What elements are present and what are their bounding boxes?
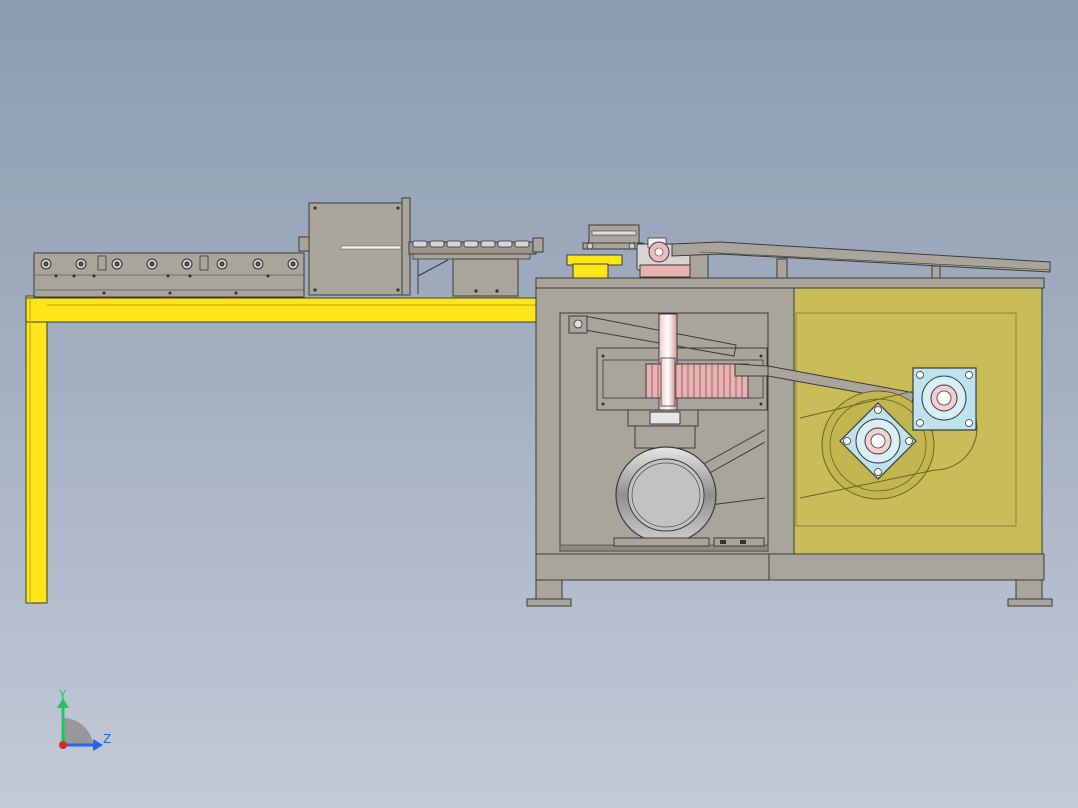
roller-table — [408, 237, 544, 297]
flange-bearing-icon — [912, 367, 977, 431]
left-frame-leg — [25, 295, 48, 604]
xyz-axis-triad-icon: Y Z — [57, 688, 111, 751]
left-foot — [535, 579, 563, 601]
left-frame-beam — [25, 297, 537, 323]
roller-table-block — [452, 258, 519, 297]
axis-origin — [59, 741, 67, 749]
left-support-frame — [25, 295, 537, 604]
machine-top-plate — [535, 277, 1045, 289]
bending-head — [566, 224, 1051, 280]
z-axis-label: Z — [103, 732, 111, 746]
machine-base — [535, 553, 1045, 581]
motor-icon — [615, 446, 717, 544]
right-foot — [1015, 579, 1043, 601]
guide-rail — [671, 241, 1051, 273]
feed-conveyor — [33, 252, 305, 298]
cad-viewport[interactable]: Y Z — [0, 0, 1078, 808]
cutter-housing — [298, 197, 411, 296]
y-axis-label: Y — [58, 688, 67, 702]
